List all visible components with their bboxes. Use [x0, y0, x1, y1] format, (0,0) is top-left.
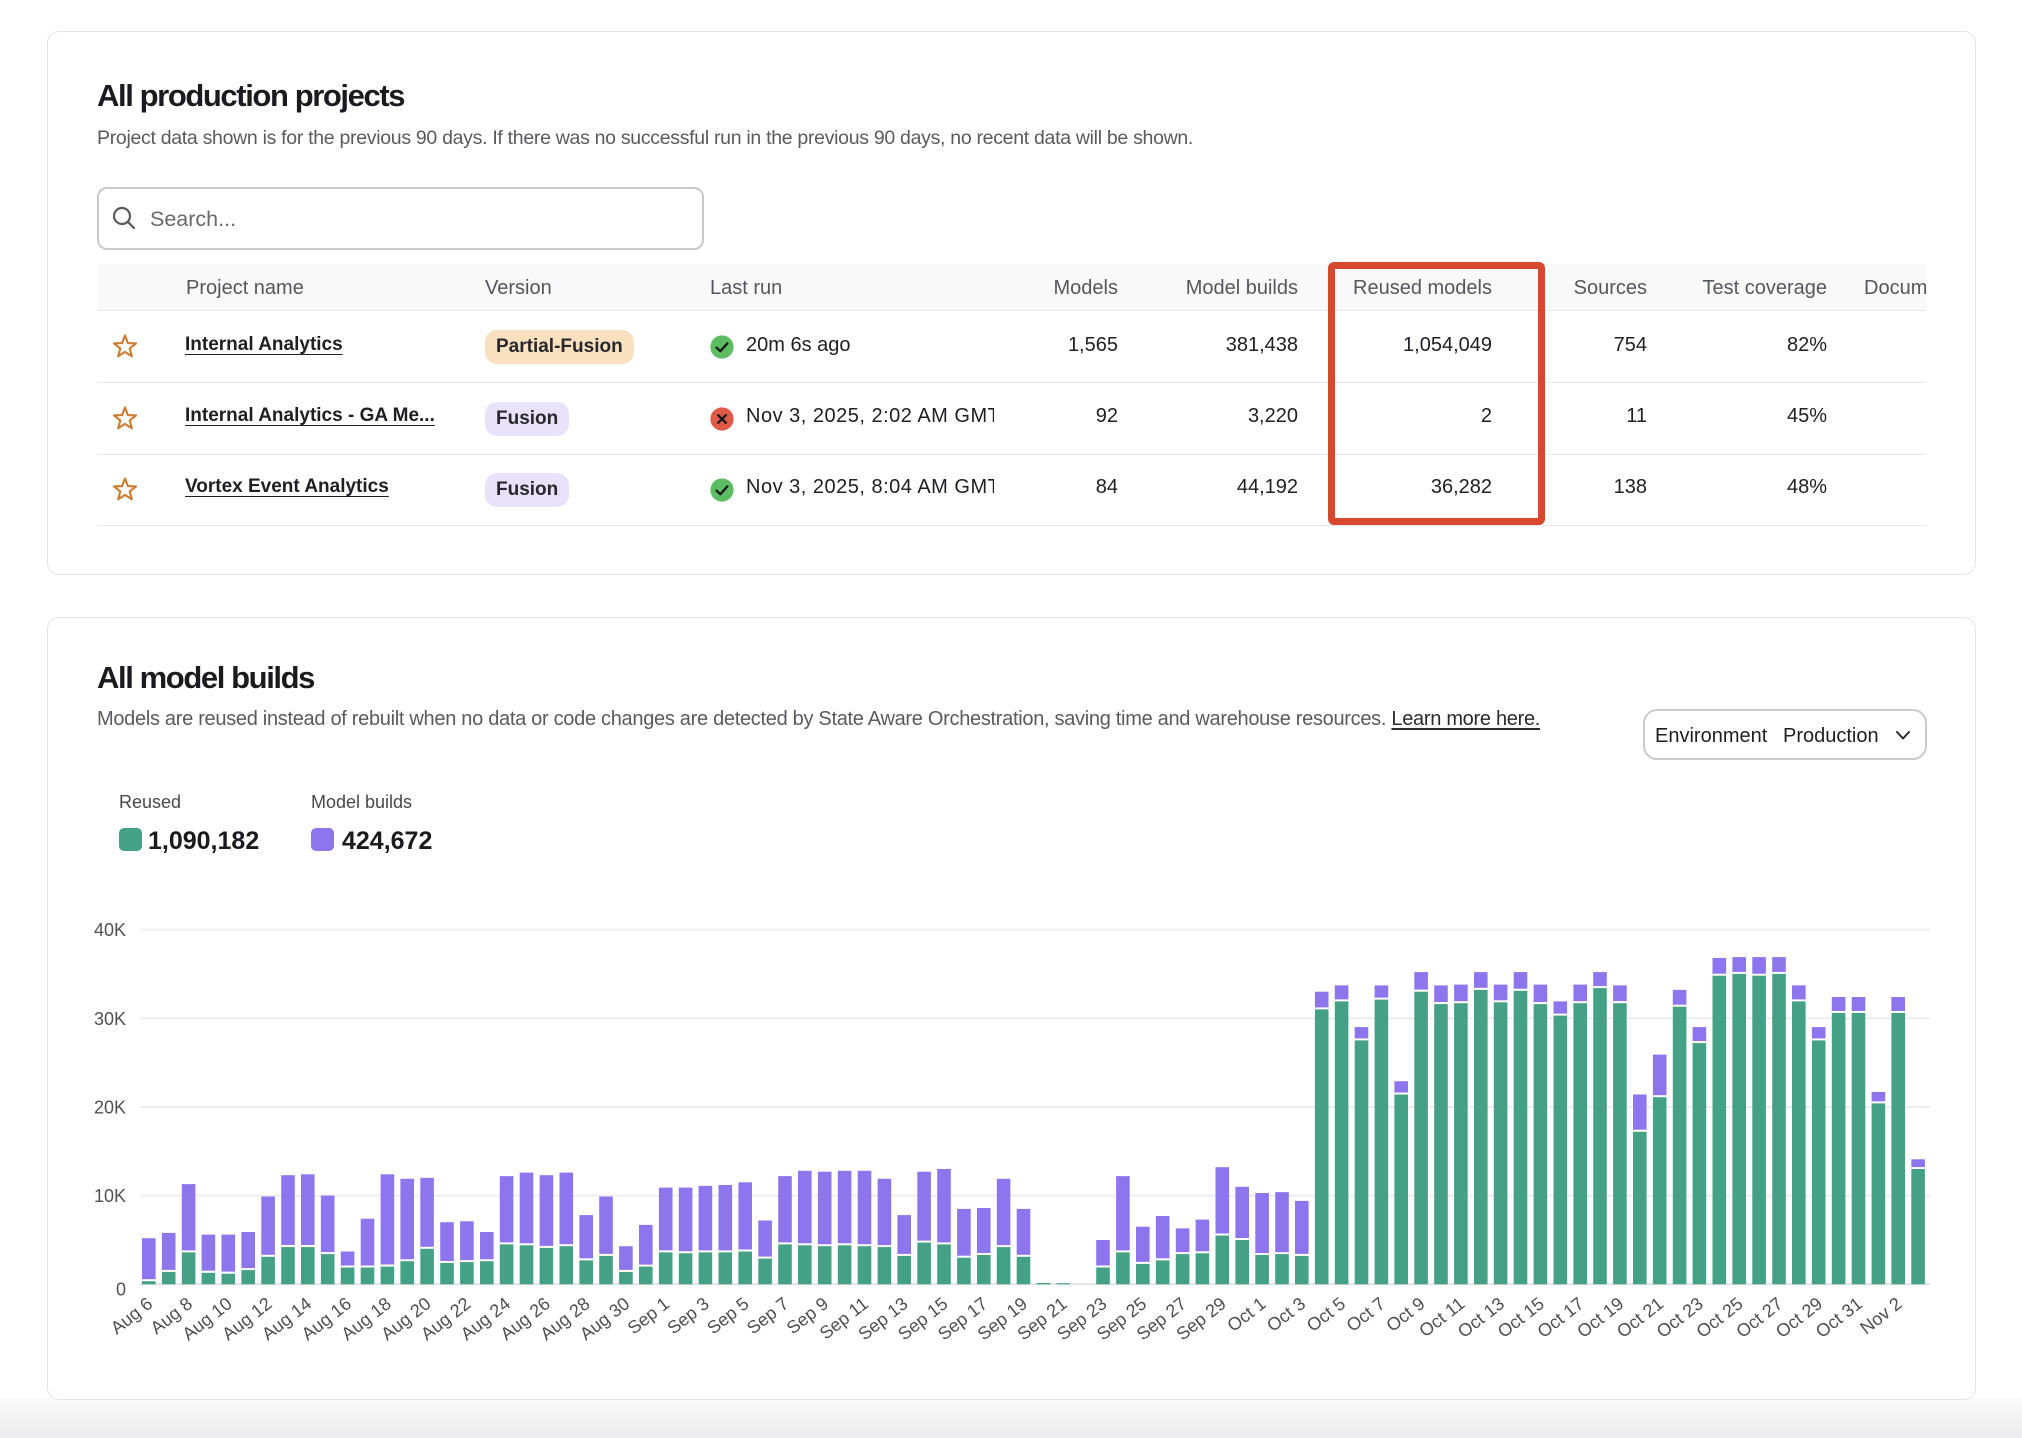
svg-text:Nov 2: Nov 2 — [1856, 1293, 1905, 1338]
svg-text:0: 0 — [116, 1279, 126, 1299]
svg-text:Oct 1: Oct 1 — [1223, 1293, 1269, 1335]
svg-text:Oct 31: Oct 31 — [1812, 1293, 1866, 1341]
svg-text:Sep 5: Sep 5 — [703, 1293, 752, 1338]
svg-text:30K: 30K — [94, 1009, 126, 1029]
svg-text:Oct 7: Oct 7 — [1343, 1293, 1389, 1335]
svg-text:Aug 6: Aug 6 — [107, 1293, 156, 1338]
svg-text:Sep 7: Sep 7 — [743, 1293, 792, 1338]
svg-text:40K: 40K — [94, 920, 126, 940]
svg-text:Oct 5: Oct 5 — [1303, 1293, 1349, 1335]
svg-text:Sep 3: Sep 3 — [663, 1293, 712, 1338]
svg-text:20K: 20K — [94, 1098, 126, 1118]
svg-text:Sep 1: Sep 1 — [624, 1293, 673, 1338]
svg-text:10K: 10K — [94, 1186, 126, 1206]
svg-text:Oct 3: Oct 3 — [1263, 1293, 1309, 1335]
